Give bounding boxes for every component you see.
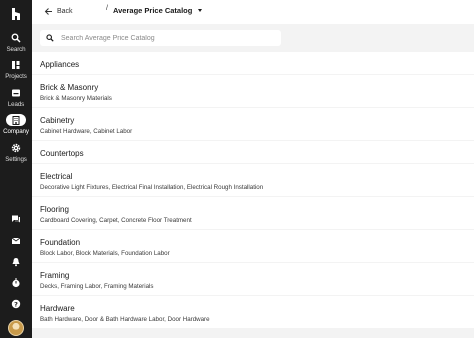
- catalog-dropdown[interactable]: Average Price Catalog: [113, 3, 203, 17]
- projects-icon: [9, 59, 23, 71]
- company-icon: [6, 114, 26, 126]
- sidebar-item-label: Leads: [7, 101, 25, 108]
- gear-icon: [9, 142, 23, 154]
- category-name: Brick & Masonry: [40, 83, 99, 92]
- svg-text:?: ?: [14, 300, 18, 308]
- page-title: Average Price Catalog: [113, 5, 193, 15]
- caret-down-icon: [198, 8, 203, 12]
- category-subcategories: Block Labor, Block Materials, Foundation…: [40, 250, 170, 257]
- category-name: Appliances: [40, 60, 80, 69]
- mail-icon[interactable]: [9, 234, 23, 248]
- sidebar-item-label: Search: [6, 46, 26, 53]
- sidebar-item-projects[interactable]: Projects: [0, 59, 32, 80]
- search-box[interactable]: [40, 30, 281, 46]
- search-icon: [9, 32, 23, 44]
- houzz-logo-icon[interactable]: [9, 7, 23, 21]
- bell-icon[interactable]: [9, 255, 23, 269]
- category-name: Electrical: [40, 172, 73, 181]
- sidebar: Search Projects Leads Company Settings ?: [0, 0, 32, 338]
- sidebar-item-label: Projects: [5, 73, 27, 80]
- category-subcategories: Bath Hardware, Door & Bath Hardware Labo…: [40, 316, 210, 323]
- category-name: Hardware: [40, 304, 75, 313]
- sidebar-item-leads[interactable]: Leads: [0, 87, 32, 108]
- category-subcategories: Cardboard Covering, Carpet, Concrete Flo…: [40, 217, 192, 224]
- category-name: Foundation: [40, 238, 81, 247]
- back-label: Back: [57, 7, 73, 15]
- leads-icon: [9, 87, 23, 99]
- list-item[interactable]: Framing Decks, Framing Labor, Framing Ma…: [32, 263, 474, 295]
- sidebar-item-company[interactable]: Company: [0, 114, 32, 135]
- category-subcategories: Decorative Light Fixtures, Electrical Fi…: [40, 184, 264, 191]
- sidebar-item-label: Company: [3, 128, 29, 135]
- chat-icon[interactable]: [9, 212, 23, 226]
- category-subcategories: Decks, Framing Labor, Framing Materials: [40, 283, 154, 290]
- list-item[interactable]: Cabinetry Cabinet Hardware, Cabinet Labo…: [32, 108, 474, 140]
- help-icon[interactable]: ?: [9, 297, 23, 311]
- list-item[interactable]: Flooring Cardboard Covering, Carpet, Con…: [32, 197, 474, 229]
- category-name: Flooring: [40, 205, 69, 214]
- sidebar-item-label: Settings: [5, 156, 27, 163]
- list-item[interactable]: Brick & Masonry Brick & Masonry Material…: [32, 75, 474, 107]
- search-input[interactable]: [61, 34, 271, 42]
- arrow-left-icon: [44, 7, 53, 16]
- sidebar-item-search[interactable]: Search: [0, 32, 32, 53]
- list-item[interactable]: Electrical Decorative Light Fixtures, El…: [32, 164, 474, 196]
- timer-icon[interactable]: [9, 276, 23, 290]
- breadcrumb-separator: /: [106, 5, 108, 12]
- avatar[interactable]: [8, 320, 24, 336]
- list-item[interactable]: Foundation Block Labor, Block Materials,…: [32, 230, 474, 262]
- top-bar: Back / Average Price Catalog: [32, 0, 474, 24]
- sidebar-item-settings[interactable]: Settings: [0, 142, 32, 163]
- list-item[interactable]: Countertops: [32, 141, 474, 163]
- back-button[interactable]: Back: [44, 5, 73, 17]
- list-item[interactable]: Hardware Bath Hardware, Door & Bath Hard…: [32, 296, 474, 328]
- category-name: Framing: [40, 271, 70, 280]
- list-item[interactable]: Appliances: [32, 52, 474, 74]
- search-icon: [46, 34, 54, 42]
- category-name: Countertops: [40, 149, 84, 158]
- main-content: Appliances Brick & Masonry Brick & Mason…: [32, 24, 474, 338]
- category-subcategories: Cabinet Hardware, Cabinet Labor: [40, 128, 133, 135]
- category-subcategories: Brick & Masonry Materials: [40, 95, 112, 102]
- category-name: Cabinetry: [40, 116, 75, 125]
